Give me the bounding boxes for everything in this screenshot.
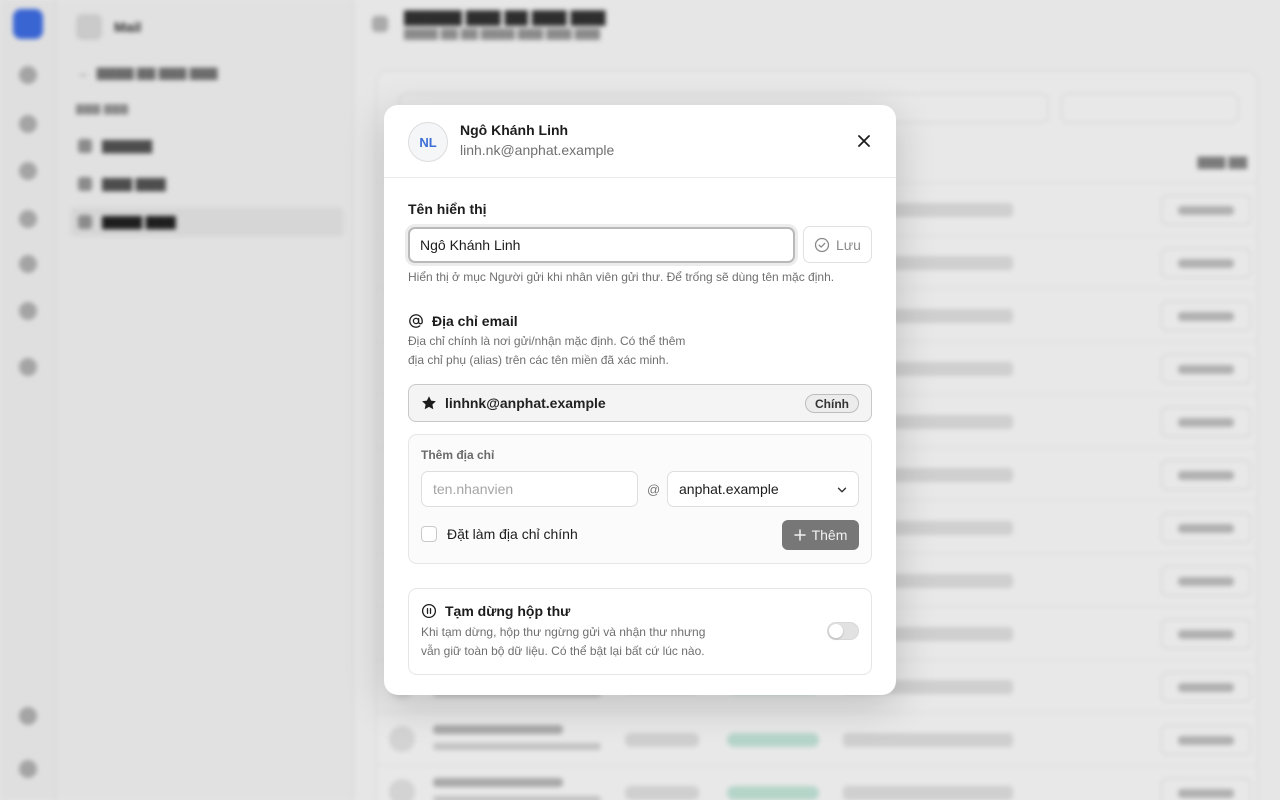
display-name-input[interactable]	[408, 227, 795, 263]
domain-select-value: anphat.example	[679, 481, 779, 497]
save-button-label: Lưu	[836, 236, 861, 253]
close-icon	[858, 135, 870, 147]
email-section-hint-2: địa chỉ phụ (alias) trên các tên miền đã…	[408, 353, 669, 367]
primary-address: linhnk@anphat.example	[445, 395, 606, 411]
toggle-knob	[829, 624, 843, 638]
check-circle-icon	[814, 237, 830, 252]
set-primary-checkbox[interactable]	[421, 526, 437, 542]
star-icon	[422, 396, 436, 410]
set-primary-option[interactable]: Đặt làm địa chỉ chính	[421, 526, 578, 542]
email-section-title-text: Địa chỉ email	[432, 313, 518, 329]
pause-circle-icon	[421, 603, 437, 619]
primary-address-row: linhnk@anphat.example Chính	[408, 384, 872, 422]
email-section-title: Địa chỉ email	[408, 313, 518, 329]
display-name-label: Tên hiển thị	[408, 201, 487, 217]
at-sign-icon	[409, 314, 423, 328]
pause-mailbox-toggle[interactable]	[827, 622, 859, 640]
chevron-down-icon	[837, 487, 847, 493]
set-primary-label: Đặt làm địa chỉ chính	[447, 526, 578, 542]
pause-section-title-text: Tạm dừng hộp thư	[445, 603, 571, 619]
pause-hint-1: Khi tạm dừng, hộp thư ngừng gửi và nhận …	[421, 625, 706, 639]
user-mailbox-dialog: NL Ngô Khánh Linh linh.nk@anphat.example…	[384, 105, 896, 695]
plus-icon	[793, 529, 806, 541]
user-name: Ngô Khánh Linh	[460, 122, 569, 138]
add-address-button-label: Thêm	[811, 527, 848, 543]
user-email: linh.nk@anphat.example	[460, 142, 615, 158]
save-button[interactable]: Lưu	[803, 226, 872, 263]
at-separator: @	[647, 482, 661, 497]
primary-badge: Chính	[805, 394, 859, 413]
pause-section-title: Tạm dừng hộp thư	[421, 603, 570, 619]
domain-select[interactable]: anphat.example	[667, 471, 859, 507]
alias-local-part-input[interactable]	[421, 471, 638, 507]
close-button[interactable]	[850, 127, 878, 155]
add-address-panel: Thêm địa chỉ @ anphat.example Đặt làm đị…	[408, 434, 872, 564]
add-address-button[interactable]: Thêm	[782, 520, 859, 550]
add-address-title: Thêm địa chỉ	[421, 448, 495, 462]
email-section-hint-1: Địa chỉ chính là nơi gửi/nhận mặc định. …	[408, 334, 686, 348]
avatar: NL	[408, 122, 448, 162]
pause-hint-2: vẫn giữ toàn bộ dữ liệu. Có thể bật lại …	[421, 644, 705, 658]
display-name-hint: Hiển thị ở mục Người gửi khi nhân viên g…	[408, 270, 835, 284]
pause-mailbox-panel: Tạm dừng hộp thư Khi tạm dừng, hộp thư n…	[408, 588, 872, 675]
dialog-header: NL Ngô Khánh Linh linh.nk@anphat.example	[384, 105, 896, 178]
